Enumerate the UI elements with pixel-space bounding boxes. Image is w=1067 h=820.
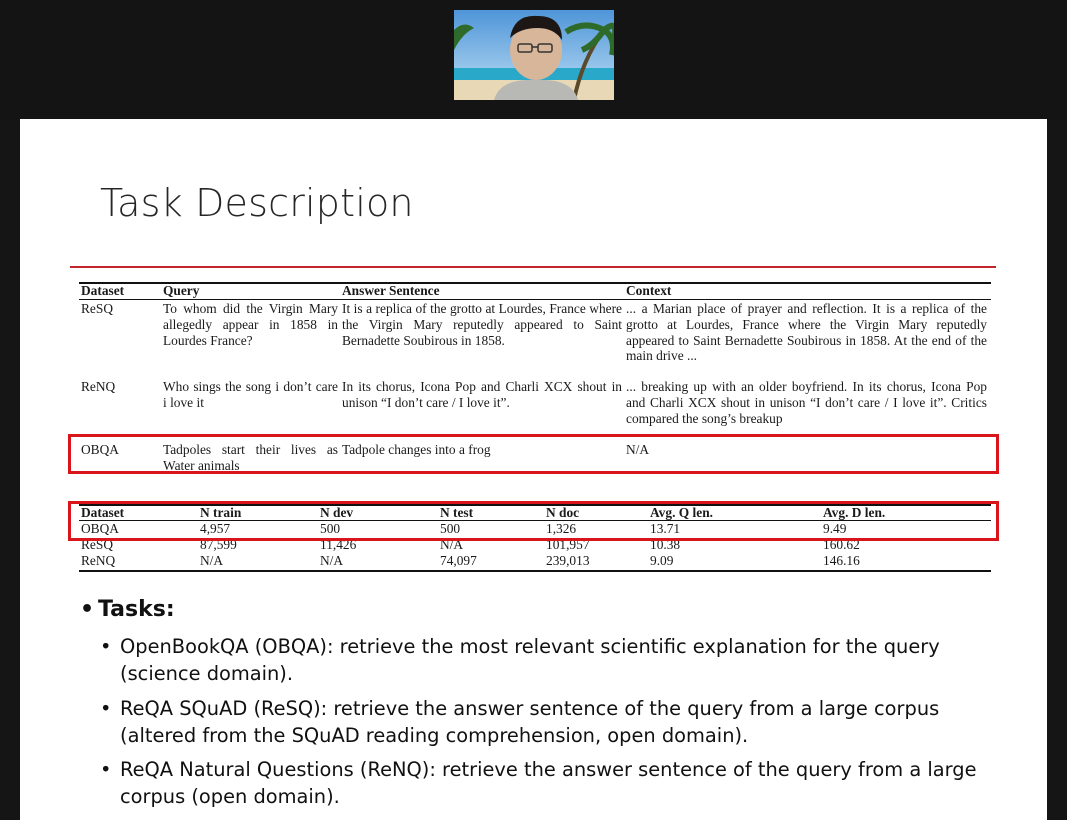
task-item-resq-text: ReQA SQuAD (ReSQ): retrieve the answer s…	[120, 697, 940, 747]
presentation-slide: Task Description Dataset Query Answer Se…	[20, 119, 1047, 820]
table-rule-top	[79, 282, 991, 284]
stats-renq-avg-d-len: 146.16	[823, 553, 860, 568]
header-query: Query	[163, 283, 200, 298]
renq-dataset: ReNQ	[81, 379, 116, 394]
sub-bullet-dot: •	[100, 758, 112, 781]
slide-title: Task Description	[100, 181, 414, 225]
resq-context: ... a Marian place of prayer and reflect…	[626, 301, 987, 364]
renq-query: Who sings the song i don’t care i love i…	[163, 379, 338, 410]
participant-video-tile[interactable]	[454, 10, 614, 100]
stats-renq-n-doc: 239,013	[546, 553, 590, 568]
title-divider	[70, 266, 996, 268]
tasks-heading: • Tasks:	[80, 597, 175, 622]
resq-query: To whom did the Virgin Mary allegedly ap…	[163, 301, 338, 348]
table-rule-header	[79, 299, 991, 300]
task-item-renq: • ReQA Natural Questions (ReNQ): retriev…	[100, 756, 980, 810]
resq-dataset: ReSQ	[81, 301, 113, 316]
tasks-heading-text: Tasks:	[98, 597, 175, 622]
stats-renq-n-train: N/A	[200, 553, 224, 568]
stats-renq-n-test: 74,097	[440, 553, 477, 568]
header-answer-sentence: Answer Sentence	[342, 283, 440, 298]
obqa-example-highlight-box	[68, 434, 999, 474]
stats-rule-bottom	[79, 570, 991, 572]
renq-answer: In its chorus, Icona Pop and Charli XCX …	[342, 379, 622, 410]
obqa-stats-highlight-box	[68, 501, 999, 541]
stats-renq-n-dev: N/A	[320, 553, 344, 568]
participant-video-image	[454, 10, 614, 100]
bullet-dot: •	[80, 597, 95, 622]
sub-bullet-dot: •	[100, 697, 112, 720]
task-item-obqa-text: OpenBookQA (OBQA): retrieve the most rel…	[120, 635, 940, 685]
stats-renq-dataset: ReNQ	[81, 553, 116, 568]
sub-bullet-dot: •	[100, 635, 112, 658]
header-context: Context	[626, 283, 672, 298]
header-dataset: Dataset	[81, 283, 125, 298]
stats-renq-avg-q-len: 9.09	[650, 553, 674, 568]
resq-answer: It is a replica of the grotto at Lourdes…	[342, 301, 622, 348]
renq-context: ... breaking up with an older boyfriend.…	[626, 379, 987, 426]
task-item-obqa: • OpenBookQA (OBQA): retrieve the most r…	[100, 633, 980, 687]
task-item-renq-text: ReQA Natural Questions (ReNQ): retrieve …	[120, 758, 977, 808]
task-item-resq: • ReQA SQuAD (ReSQ): retrieve the answer…	[100, 695, 980, 749]
